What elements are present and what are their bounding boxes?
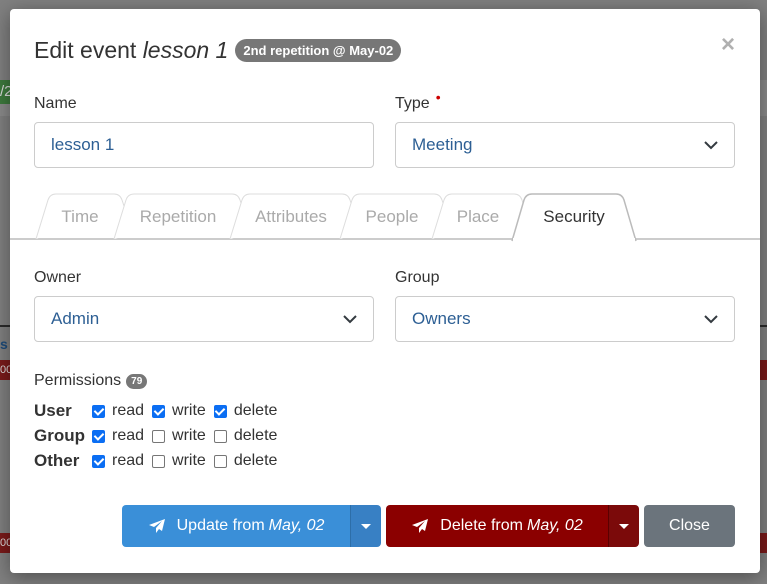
background-red-fragment: 00	[0, 360, 12, 380]
user-read-checkbox[interactable]	[92, 404, 105, 418]
modal-title: Edit event lesson 1	[34, 37, 228, 64]
read-label: read	[112, 402, 145, 419]
name-label: Name	[34, 95, 77, 112]
owner-value: Admin	[51, 309, 100, 328]
background-blue-fragment: s	[0, 336, 8, 352]
permission-subject: User	[34, 401, 72, 420]
delete-button[interactable]: Delete from May, 02	[386, 505, 608, 547]
update-label: Update from	[176, 517, 265, 534]
group-select[interactable]: Owners	[395, 296, 735, 342]
permissions-title: Permissions	[34, 372, 122, 389]
type-label-text: Type	[395, 95, 430, 112]
permissions-count-badge: 79	[126, 373, 148, 389]
tab-people[interactable]: People	[339, 193, 445, 240]
required-indicator: •	[435, 89, 441, 105]
tab-time[interactable]: Time	[35, 193, 125, 240]
group-delete-checkbox[interactable]	[213, 429, 227, 443]
permission-row-group: Group read write delete	[34, 424, 285, 448]
delete-label: Delete from	[440, 517, 523, 534]
other-read-checkbox[interactable]	[92, 454, 105, 468]
paper-plane-icon	[412, 519, 429, 533]
other-delete-checkbox[interactable]	[213, 454, 227, 468]
paper-plane-icon	[148, 519, 165, 533]
tab-label: People	[365, 207, 419, 226]
write-label: write	[172, 452, 206, 469]
permissions-heading: Permissions 79	[34, 372, 148, 390]
read-label: read	[112, 452, 145, 469]
tab-label: Repetition	[139, 207, 217, 226]
delete-dropdown-toggle[interactable]	[608, 505, 639, 547]
permission-row-other: Other read write delete	[34, 449, 285, 473]
user-write-checkbox[interactable]	[152, 404, 166, 418]
tab-place[interactable]: Place	[431, 193, 525, 240]
tab-repetition[interactable]: Repetition	[113, 193, 243, 240]
close-button[interactable]: Close	[644, 505, 735, 547]
caret-down-icon	[619, 523, 629, 529]
chevron-down-icon	[704, 314, 718, 323]
read-label: read	[112, 427, 145, 444]
name-value: lesson 1	[51, 135, 115, 154]
close-icon[interactable]: ×	[721, 31, 735, 59]
write-label: write	[172, 402, 206, 419]
permission-subject: Other	[34, 451, 80, 470]
tab-security[interactable]: Security	[511, 193, 637, 243]
background-red-fragment: 00	[0, 533, 12, 553]
owner-label: Owner	[34, 269, 82, 286]
owner-select[interactable]: Admin	[34, 296, 374, 342]
group-write-checkbox[interactable]	[152, 429, 166, 443]
title-event-name: lesson 1	[142, 37, 229, 63]
other-write-checkbox[interactable]	[152, 454, 166, 468]
group-read-checkbox[interactable]	[92, 429, 105, 443]
type-select[interactable]: Meeting	[395, 122, 735, 168]
write-label: write	[172, 427, 206, 444]
type-label: Type •	[395, 89, 441, 113]
type-value: Meeting	[412, 135, 473, 154]
delete-label: delete	[233, 427, 278, 444]
permission-subject: Group	[34, 426, 85, 445]
permission-row-user: User read write delete	[34, 399, 285, 423]
caret-down-icon	[361, 523, 371, 529]
tab-label: Attributes	[255, 207, 327, 226]
group-label: Group	[395, 269, 440, 286]
edit-event-modal: Edit event lesson 1 2nd repetition @ May…	[10, 9, 760, 573]
tab-attributes[interactable]: Attributes	[229, 193, 353, 240]
modal-header: Edit event lesson 1 2nd repetition @ May…	[34, 37, 402, 64]
group-value: Owners	[412, 309, 471, 328]
update-dropdown-toggle[interactable]	[350, 505, 381, 547]
chevron-down-icon	[704, 140, 718, 149]
tab-bar: Time Repetition Attributes People Place …	[10, 193, 760, 243]
delete-date: May, 02	[526, 517, 583, 534]
title-prefix: Edit event	[34, 37, 137, 63]
delete-label: delete	[233, 402, 278, 419]
update-button[interactable]: Update from May, 02	[122, 505, 350, 547]
repetition-badge: 2nd repetition @ May-02	[235, 39, 402, 62]
chevron-down-icon	[343, 314, 357, 323]
name-input[interactable]: lesson 1	[34, 122, 374, 168]
tab-label: Place	[456, 207, 500, 226]
user-delete-checkbox[interactable]	[213, 404, 227, 418]
tab-label: Time	[61, 207, 99, 226]
update-date: May, 02	[268, 517, 325, 534]
tab-label: Security	[543, 207, 605, 226]
delete-label: delete	[233, 452, 278, 469]
